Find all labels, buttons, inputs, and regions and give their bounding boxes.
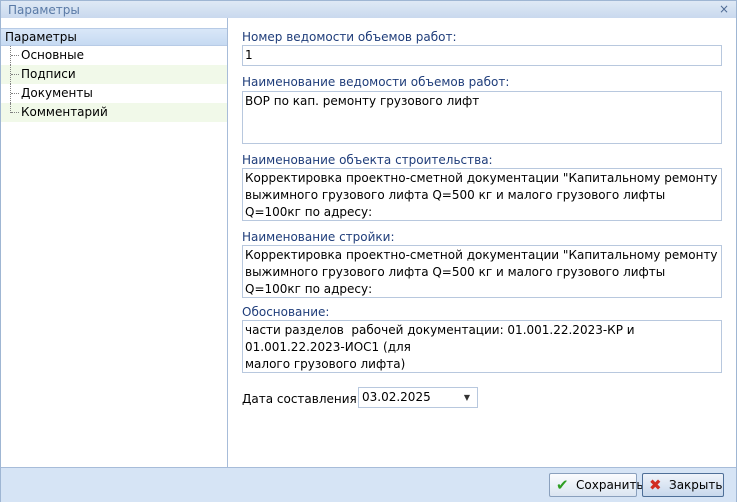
window-title: Параметры — [8, 3, 80, 17]
close-button[interactable]: ✖ Закрыть — [642, 473, 724, 497]
sidebar-header-label: Параметры — [5, 30, 77, 44]
close-button-label: Закрыть — [669, 478, 723, 492]
save-button[interactable]: ✔ Сохранить — [549, 473, 644, 497]
sidebar-item-label: Основные — [21, 48, 85, 62]
construction-label: Наименование стройки: — [242, 230, 395, 244]
sidebar: Параметры Основные Подписи Документы Ком… — [1, 18, 228, 467]
sidebar-item-documents[interactable]: Документы — [1, 84, 227, 103]
sidebar-item-comment[interactable]: Комментарий — [1, 103, 227, 122]
sidebar-item-label: Документы — [21, 86, 93, 100]
number-input[interactable]: 1 — [242, 45, 722, 66]
number-label: Номер ведомости объемов работ: — [242, 30, 457, 44]
name-label: Наименование ведомости объемов работ: — [242, 75, 510, 89]
chevron-down-icon[interactable]: ▼ — [460, 390, 474, 405]
close-x-icon: ✖ — [649, 476, 662, 494]
window-content: Параметры Основные Подписи Документы Ком… — [1, 18, 736, 467]
date-value: 03.02.2025 — [362, 390, 431, 404]
basis-label: Обоснование: — [242, 305, 330, 319]
date-label: Дата составления: — [242, 392, 361, 406]
tree-branch-line — [10, 103, 20, 113]
parameters-window: Параметры × Параметры Основные Подписи Д… — [0, 0, 737, 502]
object-label: Наименование объекта строительства: — [242, 153, 493, 167]
footer-bar: ✔ Сохранить ✖ Закрыть — [1, 467, 736, 502]
sidebar-tree: Основные Подписи Документы Комментарий — [1, 46, 227, 122]
title-bar: Параметры × — [1, 1, 736, 18]
object-textarea[interactable]: Корректировка проектно-сметной документа… — [242, 168, 722, 221]
date-picker[interactable]: 03.02.2025 ▼ — [358, 387, 478, 408]
basis-textarea[interactable]: части разделов рабочей документации: 01.… — [242, 320, 722, 373]
sidebar-item-label: Комментарий — [21, 105, 108, 119]
sidebar-header: Параметры — [1, 28, 227, 46]
construction-textarea[interactable]: Корректировка проектно-сметной документа… — [242, 245, 722, 298]
tree-branch-line — [10, 65, 20, 84]
sidebar-item-label: Подписи — [21, 67, 76, 81]
save-button-label: Сохранить — [576, 478, 644, 492]
sidebar-item-signatures[interactable]: Подписи — [1, 65, 227, 84]
tree-branch-line — [10, 46, 20, 65]
close-icon[interactable]: × — [717, 2, 731, 16]
form-panel: Номер ведомости объемов работ: 1 Наимено… — [228, 18, 736, 467]
name-textarea[interactable]: ВОР по кап. ремонту грузового лифт — [242, 91, 722, 144]
tree-branch-line — [10, 84, 20, 103]
sidebar-item-main[interactable]: Основные — [1, 46, 227, 65]
check-icon: ✔ — [556, 476, 569, 494]
